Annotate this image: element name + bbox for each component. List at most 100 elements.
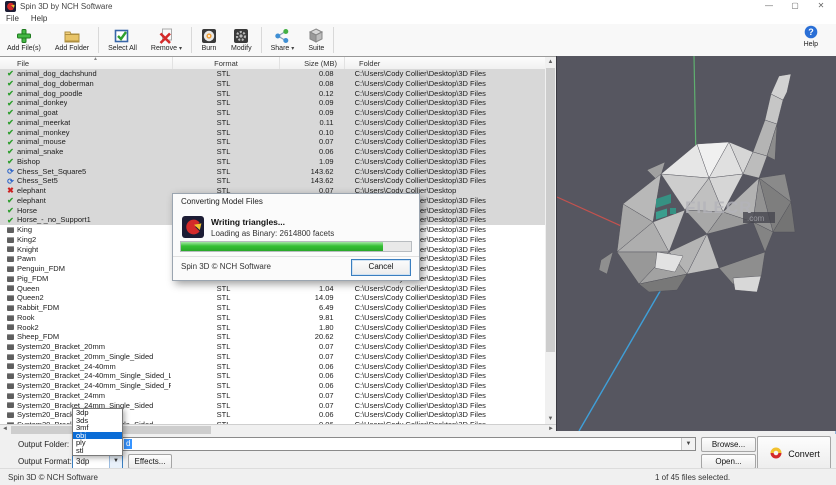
- table-row[interactable]: Rook2STL1.80C:\Users\Cody Collier\Deskto…: [0, 323, 545, 333]
- table-row[interactable]: System20_Bracket_24-40mm_Single_Sided_Ri…: [0, 381, 545, 391]
- table-row[interactable]: ✔animal_goatSTL0.09C:\Users\Cody Collier…: [0, 108, 545, 118]
- convert-button[interactable]: Convert: [757, 436, 831, 472]
- toolbar-button-add-folder[interactable]: Add Folder: [48, 25, 96, 55]
- table-row[interactable]: ✔animal_monkeySTL0.10C:\Users\Cody Colli…: [0, 128, 545, 138]
- scroll-up-icon[interactable]: ▲: [545, 57, 556, 67]
- pending-icon: [6, 266, 15, 272]
- converting-dialog: Converting Model Files Writing triangles…: [172, 193, 420, 281]
- chevron-down-icon[interactable]: ▾: [291, 46, 294, 52]
- file-cell: ✔animal_snake: [0, 147, 171, 157]
- sort-arrow-icon: ▲: [93, 56, 98, 62]
- folder-cell: C:\Users\Cody Collier\Desktop\3D Files: [341, 108, 545, 118]
- menu-file[interactable]: File: [0, 14, 25, 23]
- file-name: Chess_Set5: [17, 176, 58, 186]
- file-cell: ⟳Chess_Set5: [0, 176, 171, 186]
- table-row[interactable]: ⟳Chess_Set5STL143.62C:\Users\Cody Collie…: [0, 176, 545, 186]
- file-name: System20_Bracket_20mm_Single_Sided: [17, 352, 153, 362]
- pending-icon: [6, 324, 15, 330]
- file-name: animal_snake: [17, 147, 63, 157]
- check-icon: ✔: [6, 118, 15, 127]
- toolbar-button-remove[interactable]: Remove▾: [144, 25, 189, 55]
- table-row[interactable]: ✔animal_snakeSTL0.06C:\Users\Cody Collie…: [0, 147, 545, 157]
- table-row[interactable]: ✔animal_meerkatSTL0.11C:\Users\Cody Coll…: [0, 118, 545, 128]
- effects-button[interactable]: Effects...: [128, 454, 172, 469]
- toolbar-button-modify[interactable]: Modify: [224, 25, 259, 55]
- table-row[interactable]: ✔animal_dog_poodleSTL0.12C:\Users\Cody C…: [0, 89, 545, 99]
- menu-help[interactable]: Help: [25, 14, 53, 23]
- toolbar-button-select-all[interactable]: Select All: [101, 25, 144, 55]
- chevron-down-icon[interactable]: ▾: [179, 46, 182, 52]
- folder-cell: C:\Users\Cody Collier\Desktop\3D Files: [341, 157, 545, 167]
- file-name: Rook2: [17, 323, 39, 333]
- output-format-combobox[interactable]: 3dp ▼: [72, 454, 123, 469]
- toolbar-button-label: Add File(s): [7, 45, 41, 52]
- format-dropdown-icon[interactable]: ▼: [109, 455, 122, 468]
- table-row[interactable]: RookSTL9.81C:\Users\Cody Collier\Desktop…: [0, 313, 545, 323]
- format-cell: STL: [171, 332, 277, 342]
- output-folder-input[interactable]: d ▼: [72, 437, 696, 451]
- pending-icon: [6, 256, 15, 262]
- table-row[interactable]: ✔BishopSTL1.09C:\Users\Cody Collier\Desk…: [0, 157, 545, 167]
- error-icon: ✖: [6, 186, 15, 195]
- close-button[interactable]: ✕: [808, 0, 834, 12]
- table-row[interactable]: Rabbit_FDMSTL6.49C:\Users\Cody Collier\D…: [0, 303, 545, 313]
- cancel-button[interactable]: Cancel: [351, 259, 411, 276]
- format-option-stl[interactable]: stl: [73, 447, 122, 455]
- column-header-format[interactable]: Format: [173, 57, 280, 69]
- size-cell: 1.04: [276, 284, 340, 294]
- vertical-scrollbar[interactable]: ▲ ▼: [545, 56, 556, 424]
- column-header-size[interactable]: Size (MB): [280, 57, 345, 69]
- file-cell: Knight: [0, 245, 171, 255]
- file-cell: ✔Horse_-_no_Support1: [0, 215, 171, 225]
- pending-icon: [6, 295, 15, 301]
- pending-icon: [6, 227, 15, 233]
- column-header-file[interactable]: File: [0, 57, 173, 69]
- table-row[interactable]: System20_Bracket_20mm_Single_SidedSTL0.0…: [0, 352, 545, 362]
- 3d-preview-viewport[interactable]: FILECR .com: [556, 56, 836, 431]
- svg-text:?: ?: [808, 27, 814, 37]
- toolbar-button-add-file-s[interactable]: Add File(s): [0, 25, 48, 55]
- toolbar-button-share[interactable]: Share▾: [264, 25, 302, 55]
- check-icon: ✔: [6, 196, 15, 205]
- browse-button[interactable]: Browse...: [701, 437, 756, 452]
- table-row[interactable]: ✔animal_mouseSTL0.07C:\Users\Cody Collie…: [0, 137, 545, 147]
- progress-bar: [180, 241, 412, 252]
- column-header-folder[interactable]: Folder: [345, 57, 545, 69]
- file-name: Rook: [17, 313, 35, 323]
- folder-cell: C:\Users\Cody Collier\Desktop\3D Files: [341, 303, 545, 313]
- minimize-button[interactable]: —: [756, 0, 782, 12]
- table-row[interactable]: System20_Bracket_24-40mmSTL0.06C:\Users\…: [0, 362, 545, 372]
- vertical-scroll-thumb[interactable]: [546, 68, 555, 352]
- open-button[interactable]: Open...: [701, 454, 756, 469]
- file-name: elephant: [17, 186, 46, 196]
- file-name: System20_Bracket_24-40mm: [17, 362, 116, 372]
- file-name: Chess_Set_Square5: [17, 167, 86, 177]
- table-row[interactable]: ✔animal_dog_dobermanSTL0.08C:\Users\Cody…: [0, 79, 545, 89]
- table-row[interactable]: System20_Bracket_24-40mm_Single_Sided_Le…: [0, 371, 545, 381]
- table-row[interactable]: ✔animal_dog_dachshundSTL0.08C:\Users\Cod…: [0, 69, 545, 79]
- size-cell: 0.07: [276, 391, 340, 401]
- maximize-button[interactable]: ▢: [782, 0, 808, 12]
- check-icon: ✔: [6, 147, 15, 156]
- table-row[interactable]: System20_Bracket_20mmSTL0.07C:\Users\Cod…: [0, 342, 545, 352]
- toolbar: Add File(s) Add FolderSelect All Remove▾ Bu…: [0, 24, 836, 57]
- file-name: Pig_FDM: [17, 274, 48, 284]
- file-cell: King: [0, 225, 171, 235]
- folder-cell: C:\Users\Cody Collier\Desktop\3D Files: [341, 167, 545, 177]
- file-name: Queen2: [17, 293, 44, 303]
- folder-dropdown-icon[interactable]: ▼: [681, 438, 695, 450]
- help-button[interactable]: ? Help: [804, 25, 818, 48]
- scroll-down-icon[interactable]: ▼: [545, 414, 556, 424]
- table-row[interactable]: Sheep_FDMSTL20.62C:\Users\Cody Collier\D…: [0, 332, 545, 342]
- toolbar-button-suite[interactable]: Suite: [301, 25, 331, 55]
- toolbar-button-burn[interactable]: Burn: [194, 25, 224, 55]
- output-format-dropdown-list[interactable]: 3dp3ds3mfobjplystl: [72, 408, 123, 456]
- table-row[interactable]: System20_Bracket_24mmSTL0.07C:\Users\Cod…: [0, 391, 545, 401]
- table-row[interactable]: Queen2STL14.09C:\Users\Cody Collier\Desk…: [0, 293, 545, 303]
- file-name: animal_mouse: [17, 137, 66, 147]
- toolbar-button-label: Remove▾: [151, 45, 182, 52]
- table-row[interactable]: QueenSTL1.04C:\Users\Cody Collier\Deskto…: [0, 284, 545, 294]
- table-row[interactable]: ⟳Chess_Set_Square5STL143.62C:\Users\Cody…: [0, 167, 545, 177]
- file-cell: Rook2: [0, 323, 171, 333]
- table-row[interactable]: ✔animal_donkeySTL0.09C:\Users\Cody Colli…: [0, 98, 545, 108]
